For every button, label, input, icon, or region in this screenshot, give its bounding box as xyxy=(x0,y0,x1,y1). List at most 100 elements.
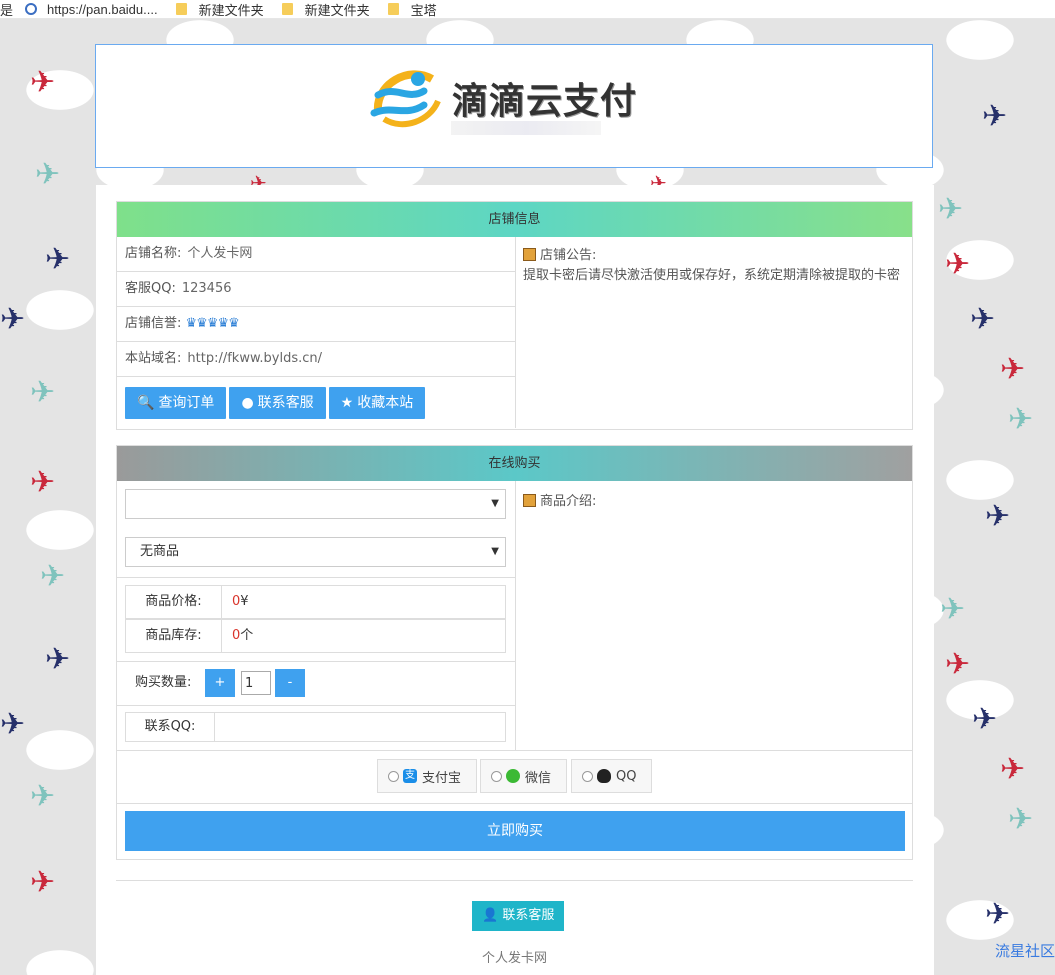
radio-button[interactable] xyxy=(491,770,502,782)
bookmark-folder-1[interactable]: 新建文件夹 xyxy=(175,0,264,18)
divider xyxy=(117,661,515,662)
qq-label: QQ xyxy=(616,768,637,784)
site-domain-row: 本站域名: http://fkww.bylds.cn/ xyxy=(117,342,515,377)
bookmark-folder-2[interactable]: 新建文件夹 xyxy=(281,0,370,18)
shop-info-title: 店铺信息 xyxy=(117,202,912,237)
plane-icon: ✈ xyxy=(945,647,971,682)
shop-name-value: 个人发卡网 xyxy=(187,246,253,261)
notice-title: 店铺公告: xyxy=(540,248,597,263)
plane-icon: ✈ xyxy=(985,499,1011,534)
intro-icon xyxy=(523,494,536,507)
service-qq-label: 客服QQ: xyxy=(125,281,176,296)
alipay-icon: 支 xyxy=(403,769,417,783)
plane-icon: ✈ xyxy=(40,559,66,594)
qty-minus-button[interactable]: - xyxy=(275,669,305,697)
radio-button[interactable] xyxy=(582,770,593,782)
service-qq-value: 123456 xyxy=(181,281,232,296)
stock-label: 商品库存: xyxy=(126,620,222,652)
notice-text: 提取卡密后请尽快激活使用或保存好，系统定期清除被提取的卡密 xyxy=(523,268,901,283)
plane-icon: ✈ xyxy=(982,99,1008,134)
footer-divider xyxy=(116,880,913,881)
divider xyxy=(117,705,515,706)
folder-icon xyxy=(281,3,293,15)
pay-option-alipay[interactable]: 支 支付宝 xyxy=(377,759,477,793)
bookmark-folder-3-label: 宝塔 xyxy=(410,2,437,18)
divider xyxy=(117,577,515,578)
price-value-wrap: 0¥ xyxy=(232,586,249,618)
price-row: 商品价格: 0¥ xyxy=(125,585,506,619)
main-content: 店铺信息 店铺名称: 个人发卡网 客服QQ: 123456 店铺信誉: ♛♛♛♛♛ … xyxy=(96,185,934,975)
bookmarks-bar: 是 https://pan.baidu.... 新建文件夹 新建文件夹 宝塔 xyxy=(0,0,1055,19)
bookmark-overflow[interactable]: 是 xyxy=(0,0,13,18)
price-unit: ¥ xyxy=(240,594,249,609)
plane-icon: ✈ xyxy=(35,157,61,192)
shop-credit-row: 店铺信誉: ♛♛♛♛♛ xyxy=(117,307,515,342)
plane-icon: ✈ xyxy=(970,302,996,337)
logo-subtitle-blurred xyxy=(451,121,601,135)
pay-option-qq[interactable]: QQ xyxy=(571,759,652,793)
product-select[interactable]: 无商品 ▼ xyxy=(125,537,506,567)
plane-icon: ✈ xyxy=(1008,802,1034,837)
bookmark-folder-2-label: 新建文件夹 xyxy=(304,2,370,18)
online-buy-title: 在线购买 xyxy=(117,446,912,481)
payment-options: 支 支付宝 微信 QQ xyxy=(117,750,912,804)
qty-label: 购买数量: xyxy=(135,675,192,690)
contact-qq-input[interactable] xyxy=(218,713,498,741)
notice-icon xyxy=(523,248,536,261)
plane-icon: ✈ xyxy=(0,707,26,742)
user-icon: 👤 xyxy=(482,908,499,923)
buy-now-button[interactable]: 立即购买 xyxy=(125,811,905,851)
category-select[interactable]: ▼ xyxy=(125,489,506,519)
plane-icon: ✈ xyxy=(0,302,26,337)
plane-icon: ✈ xyxy=(30,465,56,500)
folder-icon xyxy=(387,3,399,15)
site-domain-label: 本站域名: xyxy=(125,351,182,366)
dropdown-arrow-icon: ▼ xyxy=(491,546,499,557)
radio-button[interactable] xyxy=(388,770,399,782)
shop-name-row: 店铺名称: 个人发卡网 xyxy=(117,237,515,272)
qty-input[interactable]: 1 xyxy=(241,671,271,695)
site-header: 滴滴云支付 xyxy=(95,44,933,168)
pay-option-wechat[interactable]: 微信 xyxy=(480,759,567,793)
site-domain-value: http://fkww.bylds.cn/ xyxy=(187,351,323,366)
footer-contact-button[interactable]: 👤 联系客服 xyxy=(472,901,565,931)
bookmark-baidu-pan-label: https://pan.baidu.... xyxy=(47,1,158,17)
contact-service-label: 联系客服 xyxy=(257,394,314,411)
plane-icon: ✈ xyxy=(1000,752,1026,787)
qq-penguin-icon: ● xyxy=(241,394,254,411)
service-qq-row: 客服QQ: 123456 xyxy=(117,272,515,307)
bookmark-folder-1-label: 新建文件夹 xyxy=(198,2,264,18)
credit-crown-icons: ♛♛♛♛♛ xyxy=(185,316,240,331)
favorite-site-button[interactable]: ★ 收藏本站 xyxy=(328,386,426,419)
contact-qq-row: 联系QQ: xyxy=(125,712,506,742)
plane-icon: ✈ xyxy=(45,242,71,277)
product-select-value: 无商品 xyxy=(140,544,180,559)
shop-name-label: 店铺名称: xyxy=(125,246,182,261)
plane-icon: ✈ xyxy=(1008,402,1034,437)
query-order-label: 查询订单 xyxy=(158,394,215,411)
query-order-button[interactable]: 🔍 查询订单 xyxy=(125,386,227,419)
plane-icon: ✈ xyxy=(30,779,56,814)
star-icon: ★ xyxy=(340,394,354,411)
plane-icon: ✈ xyxy=(985,897,1011,932)
plane-icon: ✈ xyxy=(1000,352,1026,387)
buy-form: ▼ 无商品 ▼ 商品价格: 0¥ 商品库存: 0个 购买数量: + 1 - 联系… xyxy=(117,481,516,750)
baidu-icon xyxy=(25,3,38,15)
plane-icon: ✈ xyxy=(30,375,56,410)
price-label: 商品价格: xyxy=(126,586,222,618)
product-intro-label: 商品介绍: xyxy=(540,494,597,509)
stock-value-wrap: 0个 xyxy=(232,620,253,652)
bookmark-baidu-pan[interactable]: https://pan.baidu.... xyxy=(25,2,158,17)
plane-icon: ✈ xyxy=(972,702,998,737)
wechat-icon xyxy=(506,769,520,783)
plane-icon: ✈ xyxy=(45,642,71,677)
shop-credit-label: 店铺信誉: xyxy=(125,316,182,331)
online-buy-panel: 在线购买 ▼ 无商品 ▼ 商品价格: 0¥ 商品库存: 0个 购买数量: + 1 xyxy=(116,445,913,860)
bookmark-folder-3[interactable]: 宝塔 xyxy=(387,0,437,18)
plane-icon: ✈ xyxy=(940,592,966,627)
plane-icon: ✈ xyxy=(938,192,964,227)
folder-icon xyxy=(175,3,187,15)
qty-plus-button[interactable]: + xyxy=(205,669,235,697)
qq-penguin-icon xyxy=(597,769,611,783)
contact-service-button[interactable]: ● 联系客服 xyxy=(229,386,326,419)
